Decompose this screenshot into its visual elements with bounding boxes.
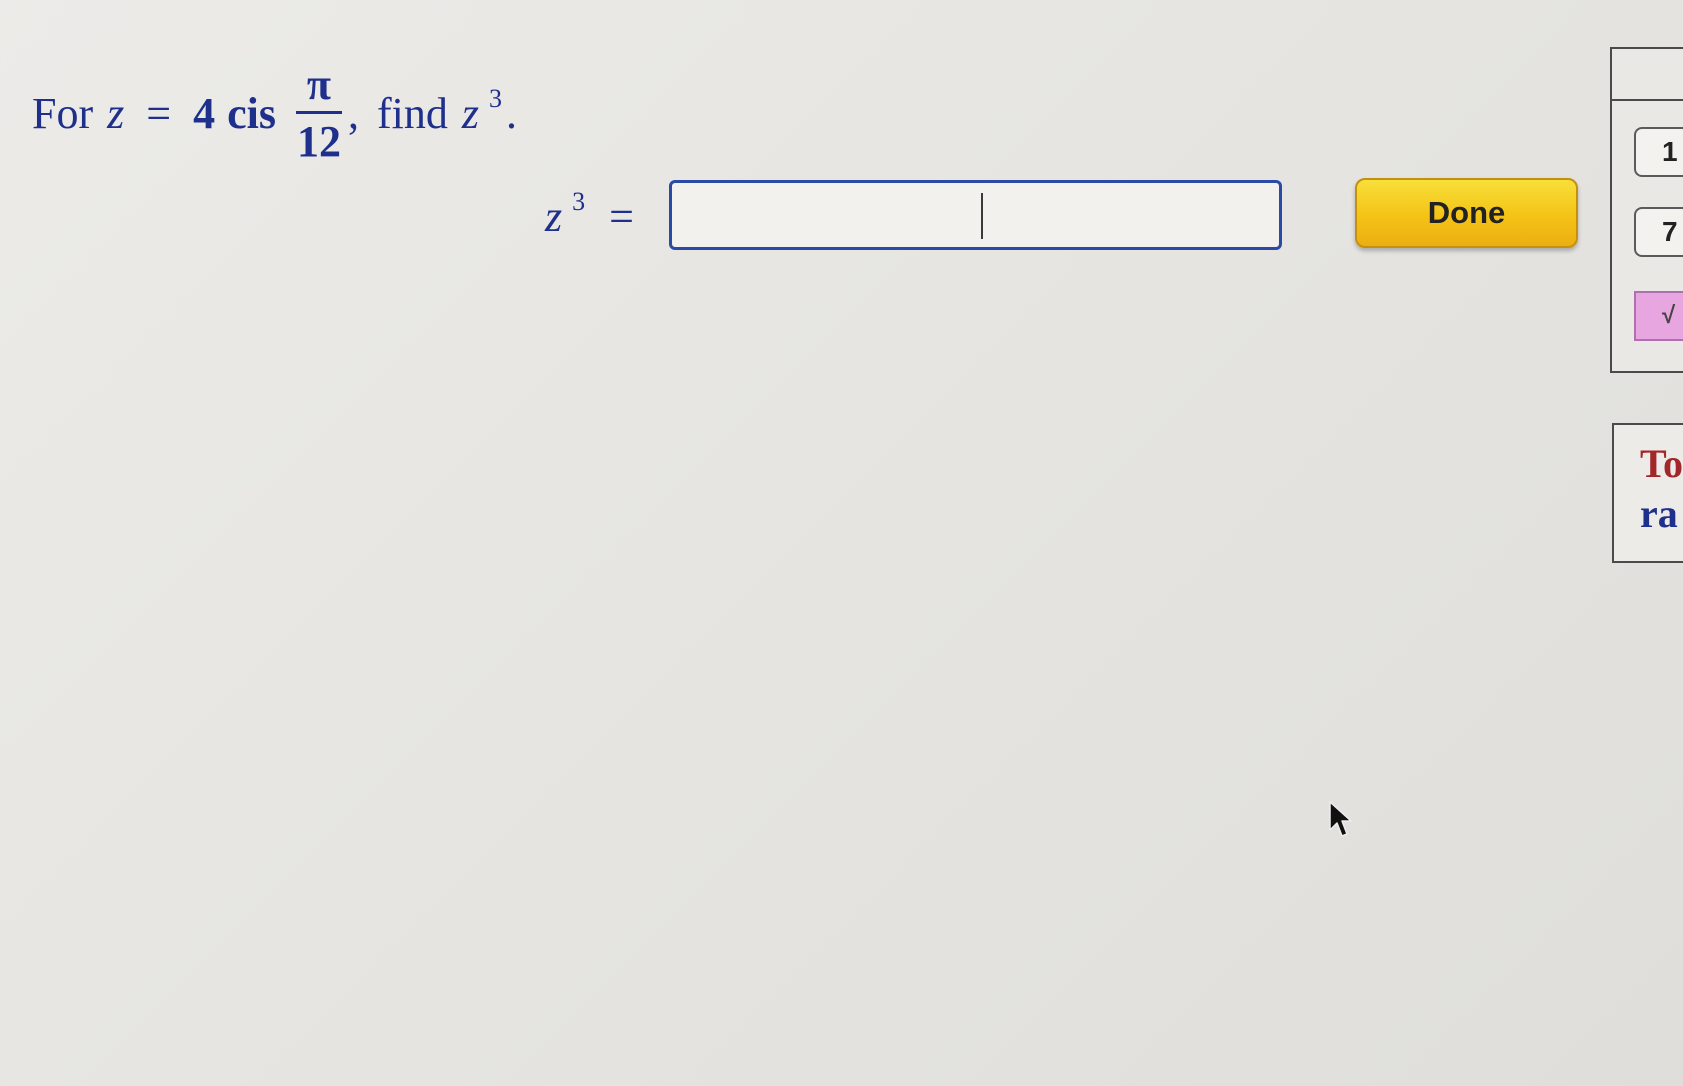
answer-label: z3 = <box>545 178 634 254</box>
question-prefix: For <box>32 88 94 138</box>
palette-key-1-label: 1 <box>1662 136 1678 167</box>
target-variable: z <box>461 88 479 138</box>
question-text: For z = 4 cis π 12 , find z3. <box>32 58 517 168</box>
answer-input[interactable] <box>669 180 1282 250</box>
palette-key-1[interactable]: 1 <box>1634 127 1683 177</box>
palette-divider <box>1612 99 1683 101</box>
question-modulus: 4 <box>193 88 216 138</box>
answer-variable: z <box>545 191 563 241</box>
angle-fraction: π 12 <box>295 59 342 166</box>
palette-key-2[interactable]: 7 <box>1634 207 1683 257</box>
hint-line-2: ra <box>1640 491 1678 536</box>
text-caret <box>981 193 983 239</box>
answer-equals: = <box>609 191 634 241</box>
arrow-cursor-icon <box>1329 801 1352 837</box>
target-exponent: 3 <box>488 84 502 113</box>
math-palette: 1 7 √ <box>1610 47 1683 373</box>
fraction-denominator: 12 <box>296 116 341 166</box>
question-equals: = <box>146 88 172 138</box>
question-function: cis <box>227 88 276 138</box>
palette-key-2-label: 7 <box>1662 216 1678 247</box>
fraction-numerator: π <box>306 59 332 109</box>
sqrt-icon: √ <box>1662 302 1676 329</box>
question-variable: z <box>107 88 125 138</box>
done-button-label: Done <box>1427 195 1506 230</box>
question-end: . <box>505 88 517 138</box>
hint-box: To ra <box>1612 423 1683 563</box>
question-separator: , <box>347 88 359 138</box>
done-button[interactable]: Done <box>1355 178 1578 248</box>
answer-exponent: 3 <box>572 187 586 216</box>
palette-key-sqrt[interactable]: √ <box>1634 291 1683 341</box>
find-label: find <box>376 88 448 138</box>
hint-line-1: To <box>1640 441 1683 486</box>
